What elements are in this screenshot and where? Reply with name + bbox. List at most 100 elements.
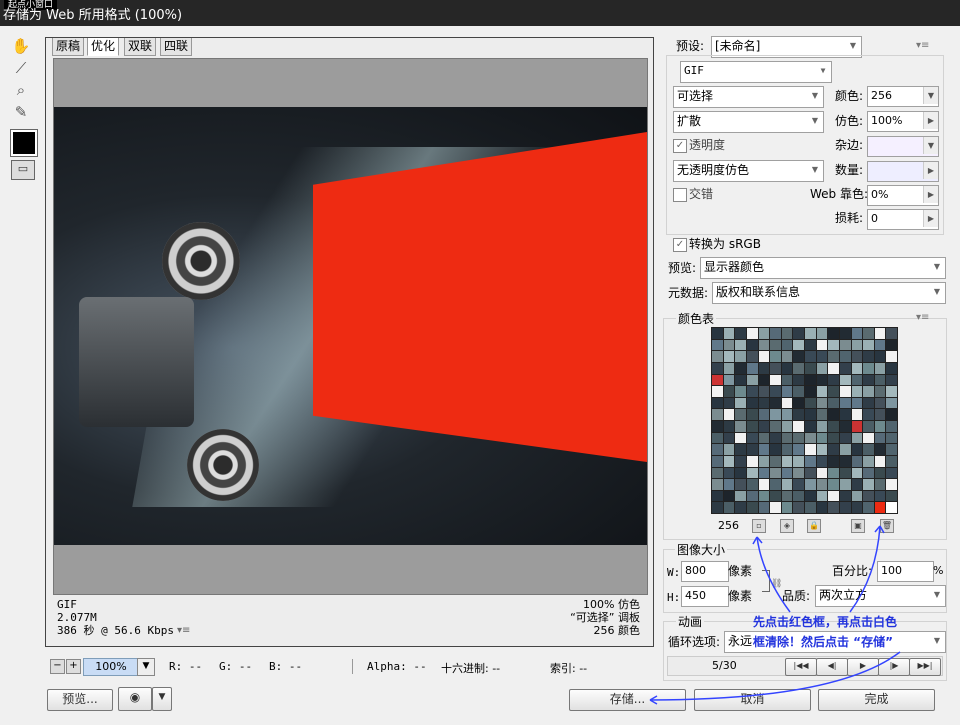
palette-swatch[interactable] xyxy=(770,455,781,467)
palette-swatch[interactable] xyxy=(712,432,723,444)
palette-swatch[interactable] xyxy=(758,386,770,397)
palette-swatch[interactable] xyxy=(793,409,804,420)
palette-swatch[interactable] xyxy=(770,351,781,362)
palette-swatch[interactable] xyxy=(712,502,723,513)
palette-swatch[interactable] xyxy=(805,502,816,513)
palette-swatch[interactable] xyxy=(874,328,886,339)
palette-swatch[interactable] xyxy=(781,444,793,455)
palette-swatch[interactable] xyxy=(746,444,758,455)
palette-swatch[interactable] xyxy=(770,421,781,432)
prev-frame-button[interactable]: ◀| xyxy=(816,658,848,676)
image-preview-area[interactable] xyxy=(53,58,648,595)
palette-swatch[interactable] xyxy=(839,362,851,374)
palette-swatch[interactable] xyxy=(723,467,735,479)
palette-swatch[interactable] xyxy=(816,328,828,339)
palette-swatch[interactable] xyxy=(886,339,897,351)
palette-swatch[interactable] xyxy=(746,479,758,490)
palette-swatch[interactable] xyxy=(886,444,897,455)
palette-swatch[interactable] xyxy=(874,374,886,386)
palette-swatch[interactable] xyxy=(723,339,735,351)
palette-swatch[interactable] xyxy=(781,502,793,513)
palette-swatch[interactable] xyxy=(793,444,804,455)
palette-swatch[interactable] xyxy=(874,455,886,467)
palette-swatch[interactable] xyxy=(712,328,723,339)
slice-select-tool-icon[interactable]: ⟋ xyxy=(10,58,32,78)
download-speed-menu-icon[interactable]: ▾≡ xyxy=(177,624,190,637)
palette-swatch[interactable] xyxy=(735,339,746,351)
palette-swatch[interactable] xyxy=(839,328,851,339)
palette-swatch[interactable] xyxy=(863,351,874,362)
palette-swatch[interactable] xyxy=(758,374,770,386)
palette-swatch[interactable] xyxy=(758,409,770,420)
palette-swatch[interactable] xyxy=(851,362,863,374)
palette-swatch[interactable] xyxy=(746,421,758,432)
palette-swatch[interactable] xyxy=(781,467,793,479)
palette-swatch[interactable] xyxy=(793,467,804,479)
preview-mode-dropdown[interactable]: 显示器颜色 ▼ xyxy=(700,257,946,279)
preview-in-browser-button[interactable]: 预览... xyxy=(47,689,113,711)
play-button[interactable]: ▶ xyxy=(847,658,879,676)
palette-swatch[interactable] xyxy=(839,351,851,362)
palette-swatch[interactable] xyxy=(793,490,804,502)
palette-swatch[interactable] xyxy=(781,374,793,386)
palette-swatch[interactable] xyxy=(712,444,723,455)
palette-swatch[interactable] xyxy=(851,455,863,467)
palette-swatch[interactable] xyxy=(805,432,816,444)
palette-swatch[interactable] xyxy=(712,479,723,490)
palette-swatch[interactable] xyxy=(816,421,828,432)
palette-swatch[interactable] xyxy=(793,502,804,513)
zoom-in-button[interactable]: + xyxy=(66,659,81,674)
palette-swatch[interactable] xyxy=(805,444,816,455)
palette-swatch[interactable] xyxy=(770,467,781,479)
palette-swatch[interactable] xyxy=(851,409,863,420)
palette-swatch[interactable] xyxy=(863,479,874,490)
palette-swatch[interactable] xyxy=(746,328,758,339)
palette-swatch[interactable] xyxy=(712,351,723,362)
palette-swatch[interactable] xyxy=(723,490,735,502)
palette-swatch[interactable] xyxy=(816,490,828,502)
palette-swatch[interactable] xyxy=(781,397,793,409)
palette-swatch[interactable] xyxy=(746,467,758,479)
color-table-grid[interactable] xyxy=(711,327,898,514)
width-field[interactable]: 800 xyxy=(681,561,729,582)
zoom-level-field[interactable]: 100% xyxy=(83,658,139,676)
palette-swatch[interactable] xyxy=(886,432,897,444)
tab-optimized[interactable]: 优化 xyxy=(87,38,120,56)
palette-swatch[interactable] xyxy=(886,362,897,374)
palette-swatch[interactable] xyxy=(793,339,804,351)
cancel-button[interactable]: 取消 xyxy=(694,689,811,711)
palette-swatch[interactable] xyxy=(839,409,851,420)
browser-dropdown-icon[interactable]: ▼ xyxy=(152,687,172,711)
palette-swatch[interactable] xyxy=(886,374,897,386)
palette-swatch[interactable] xyxy=(839,502,851,513)
zoom-tool-icon[interactable]: ⌕ xyxy=(10,80,32,100)
palette-swatch[interactable] xyxy=(723,455,735,467)
format-dropdown[interactable]: GIF ▼ xyxy=(680,61,832,83)
palette-swatch[interactable] xyxy=(886,409,897,420)
palette-swatch[interactable] xyxy=(828,397,839,409)
palette-swatch[interactable] xyxy=(816,467,828,479)
palette-swatch[interactable] xyxy=(863,444,874,455)
palette-swatch[interactable] xyxy=(839,397,851,409)
palette-swatch[interactable] xyxy=(723,351,735,362)
palette-swatch[interactable] xyxy=(851,490,863,502)
palette-swatch[interactable] xyxy=(723,397,735,409)
done-button[interactable]: 完成 xyxy=(818,689,935,711)
palette-swatch[interactable] xyxy=(746,409,758,420)
palette-swatch[interactable] xyxy=(805,455,816,467)
palette-swatch[interactable] xyxy=(793,351,804,362)
palette-swatch[interactable] xyxy=(863,374,874,386)
palette-swatch[interactable] xyxy=(828,479,839,490)
zoom-out-button[interactable]: − xyxy=(50,659,65,674)
palette-swatch[interactable] xyxy=(886,490,897,502)
tab-2-up[interactable]: 双联 xyxy=(124,38,157,56)
palette-swatch[interactable] xyxy=(816,432,828,444)
palette-swatch[interactable] xyxy=(886,397,897,409)
palette-swatch[interactable] xyxy=(874,490,886,502)
palette-swatch[interactable] xyxy=(851,479,863,490)
palette-swatch[interactable] xyxy=(874,362,886,374)
palette-swatch[interactable] xyxy=(828,351,839,362)
palette-swatch[interactable] xyxy=(828,362,839,374)
palette-swatch[interactable] xyxy=(712,386,723,397)
palette-swatch[interactable] xyxy=(770,502,781,513)
